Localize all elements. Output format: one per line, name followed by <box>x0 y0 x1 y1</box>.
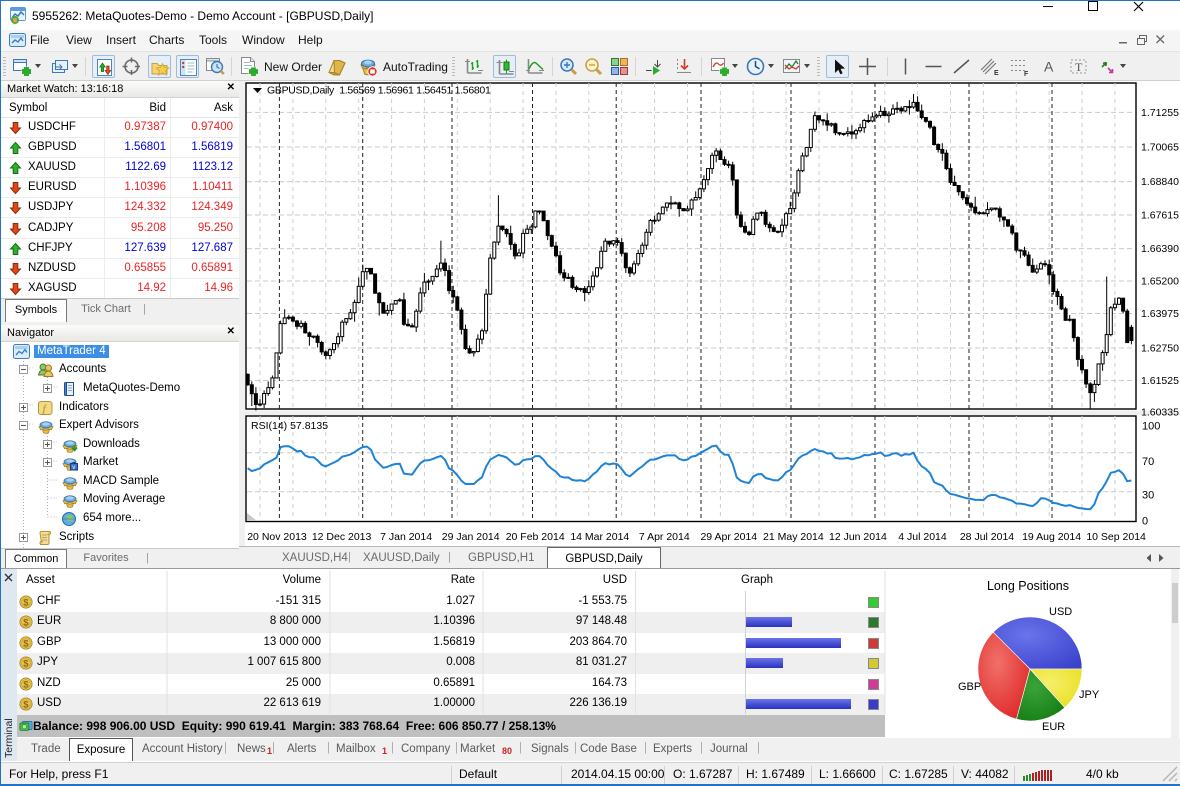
svg-text:1.63975: 1.63975 <box>1141 308 1179 320</box>
svg-text:1.68840: 1.68840 <box>1141 176 1179 188</box>
svg-text:EUR: EUR <box>1042 721 1065 733</box>
svg-text:1.62750: 1.62750 <box>1141 343 1179 355</box>
svg-text:1.65200: 1.65200 <box>1141 276 1179 288</box>
svg-text:100: 100 <box>1142 421 1160 433</box>
svg-text:14 Mar 2014: 14 Mar 2014 <box>570 531 629 543</box>
svg-text:21 May 2014: 21 May 2014 <box>763 531 824 543</box>
svg-text:19 Aug 2014: 19 Aug 2014 <box>1022 531 1081 543</box>
svg-text:1.71255: 1.71255 <box>1141 107 1179 119</box>
svg-text:28 Jul 2014: 28 Jul 2014 <box>960 531 1014 543</box>
svg-text:29 Jan 2014: 29 Jan 2014 <box>442 531 500 543</box>
svg-text:1.60335: 1.60335 <box>1141 407 1179 419</box>
svg-text:1.70065: 1.70065 <box>1141 142 1179 154</box>
svg-text:29 Apr 2014: 29 Apr 2014 <box>700 531 757 543</box>
svg-text:RSI(14) 57.8135: RSI(14) 57.8135 <box>251 420 328 432</box>
svg-text:30: 30 <box>1142 490 1154 502</box>
svg-text:GBPUSD,Daily 1.56569 1.56961: GBPUSD,Daily 1.56569 1.56961 1.56451 1.5… <box>267 85 491 97</box>
svg-text:1.61525: 1.61525 <box>1141 375 1179 387</box>
svg-text:4 Jul 2014: 4 Jul 2014 <box>898 531 947 543</box>
svg-text:20 Feb 2014: 20 Feb 2014 <box>506 531 565 543</box>
svg-text:7 Jan 2014: 7 Jan 2014 <box>380 531 432 543</box>
svg-text:1.67615: 1.67615 <box>1141 210 1179 222</box>
svg-text:7 Apr 2014: 7 Apr 2014 <box>639 531 690 543</box>
svg-text:70: 70 <box>1142 456 1154 468</box>
svg-text:JPY: JPY <box>1079 689 1100 701</box>
svg-text:10 Sep 2014: 10 Sep 2014 <box>1086 531 1146 543</box>
svg-text:20 Nov 2013: 20 Nov 2013 <box>247 531 307 543</box>
svg-text:1.66390: 1.66390 <box>1141 243 1179 255</box>
svg-text:GBP: GBP <box>958 681 981 693</box>
svg-text:12 Jun 2014: 12 Jun 2014 <box>829 531 887 543</box>
svg-text:12 Dec 2013: 12 Dec 2013 <box>312 531 372 543</box>
svg-text:0: 0 <box>1142 516 1148 528</box>
svg-text:USD: USD <box>1049 606 1072 618</box>
